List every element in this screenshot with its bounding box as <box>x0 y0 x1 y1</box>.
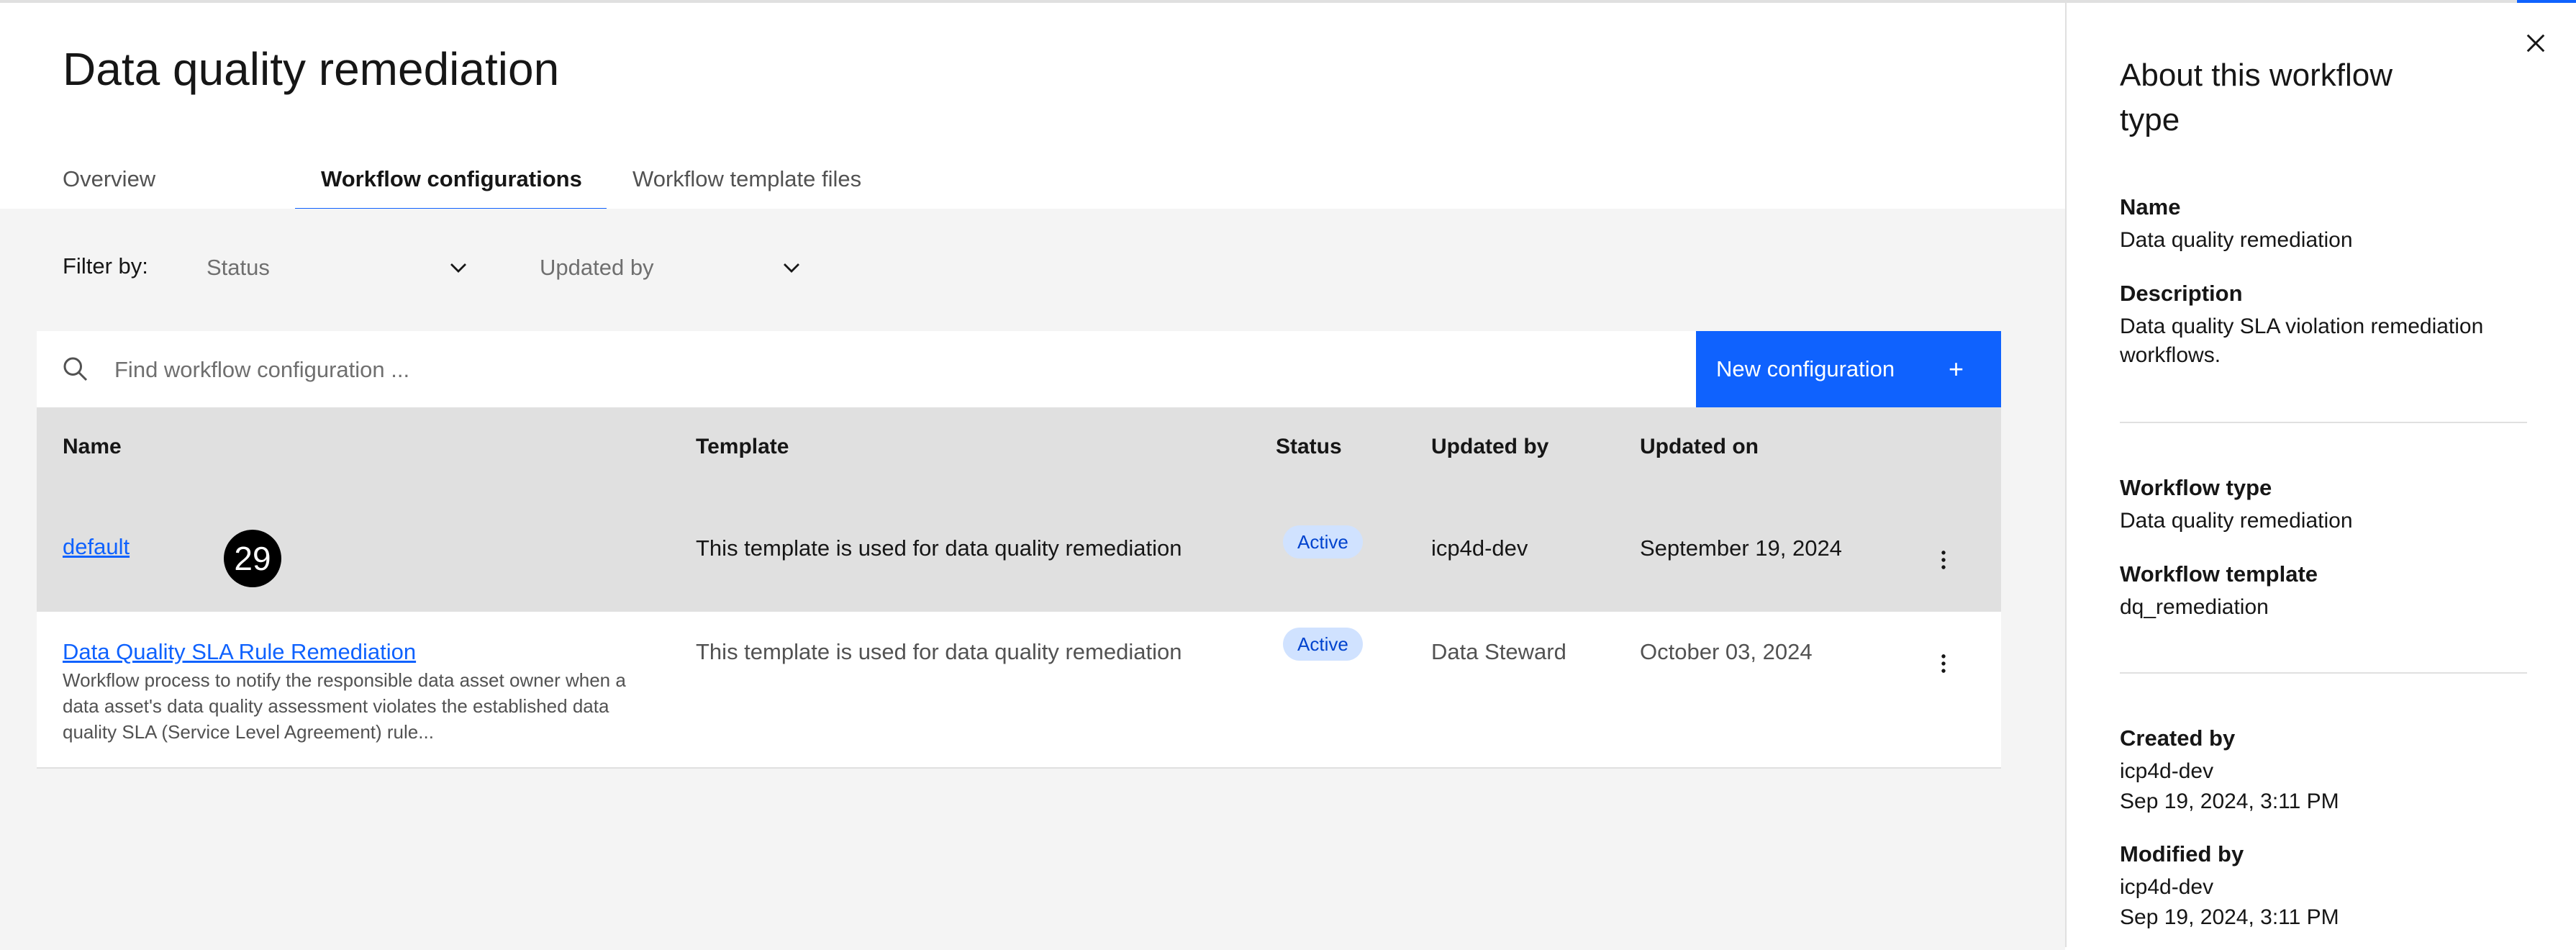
tab-overview[interactable]: Overview <box>37 157 295 209</box>
filter-label: Filter by: <box>63 253 148 279</box>
search-bar <box>37 331 1696 409</box>
chevron-down-icon <box>784 263 799 273</box>
updated-by-filter-placeholder: Updated by <box>540 255 654 280</box>
search-input[interactable] <box>113 331 1663 409</box>
workflow-type-label: Workflow type <box>2120 475 2272 500</box>
tab-workflow-configurations[interactable]: Workflow configurations <box>295 157 607 212</box>
description-label: Description <box>2120 281 2243 306</box>
created-by-user: icp4d-dev <box>2120 759 2214 783</box>
updated-on-cell: October 03, 2024 <box>1640 639 1813 664</box>
new-configuration-label: New configuration <box>1716 356 1895 381</box>
status-filter-placeholder: Status <box>207 255 270 280</box>
search-icon <box>63 357 88 381</box>
updated-by-cell: icp4d-dev <box>1431 535 1528 561</box>
workflow-template-label: Workflow template <box>2120 561 2318 587</box>
table-row[interactable]: default 29 This template is used for dat… <box>37 508 2001 612</box>
overflow-menu-icon[interactable] <box>1931 649 1956 678</box>
config-description: Workflow process to notify the responsib… <box>63 669 626 743</box>
description-value: Data quality SLA violation remediation w… <box>2120 315 2484 367</box>
column-header-status[interactable]: Status <box>1276 435 1342 459</box>
panel-title: About this workflow type <box>2120 58 2393 137</box>
config-name-link[interactable]: default <box>63 534 130 560</box>
created-date: Sep 19, 2024, 3:11 PM <box>2120 790 2339 813</box>
column-header-template[interactable]: Template <box>696 435 789 459</box>
column-header-name[interactable]: Name <box>63 435 122 459</box>
modified-date: Sep 19, 2024, 3:11 PM <box>2120 905 2339 929</box>
table-header: Name Template Status Updated by Updated … <box>37 407 2001 508</box>
divider <box>2120 672 2527 674</box>
template-cell: This template is used for data quality r… <box>696 535 1182 561</box>
modified-by-user: icp4d-dev <box>2120 875 2214 899</box>
column-header-updated-on[interactable]: Updated on <box>1640 435 1759 459</box>
page-title: Data quality remediation <box>63 43 560 95</box>
name-value: Data quality remediation <box>2120 228 2353 252</box>
details-side-panel: About this workflow type Name Data quali… <box>2065 3 2576 947</box>
step-badge: 29 <box>224 530 281 587</box>
status-filter-dropdown[interactable]: Status <box>207 246 473 289</box>
workflow-type-value: Data quality remediation <box>2120 509 2353 533</box>
status-badge: Active <box>1283 525 1363 558</box>
new-configuration-button[interactable]: New configuration + <box>1696 331 2001 407</box>
tab-bar: Overview Workflow configurations Workflo… <box>37 157 903 212</box>
config-name-link[interactable]: Data Quality SLA Rule Remediation <box>63 639 416 665</box>
close-icon[interactable] <box>2523 30 2549 56</box>
chevron-down-icon <box>450 263 466 273</box>
overflow-menu-icon[interactable] <box>1931 546 1956 574</box>
plus-icon: + <box>1948 354 1964 384</box>
modified-by-label: Modified by <box>2120 841 2244 867</box>
updated-by-cell: Data Steward <box>1431 639 1566 664</box>
tab-workflow-template-files[interactable]: Workflow template files <box>607 157 903 209</box>
content-area: Filter by: Status Updated by New configu… <box>0 209 2065 950</box>
divider <box>2120 422 2527 423</box>
main-area: Data quality remediation Overview Workfl… <box>0 3 2065 950</box>
name-label: Name <box>2120 194 2181 220</box>
status-badge: Active <box>1283 628 1363 661</box>
template-cell: This template is used for data quality r… <box>696 639 1182 664</box>
updated-on-cell: September 19, 2024 <box>1640 535 1842 561</box>
workflow-template-value: dq_remediation <box>2120 595 2269 619</box>
created-by-label: Created by <box>2120 725 2236 751</box>
column-header-updated-by[interactable]: Updated by <box>1431 435 1548 459</box>
table-row[interactable]: Data Quality SLA Rule Remediation Workfl… <box>37 612 2001 769</box>
updated-by-filter-dropdown[interactable]: Updated by <box>540 246 806 289</box>
